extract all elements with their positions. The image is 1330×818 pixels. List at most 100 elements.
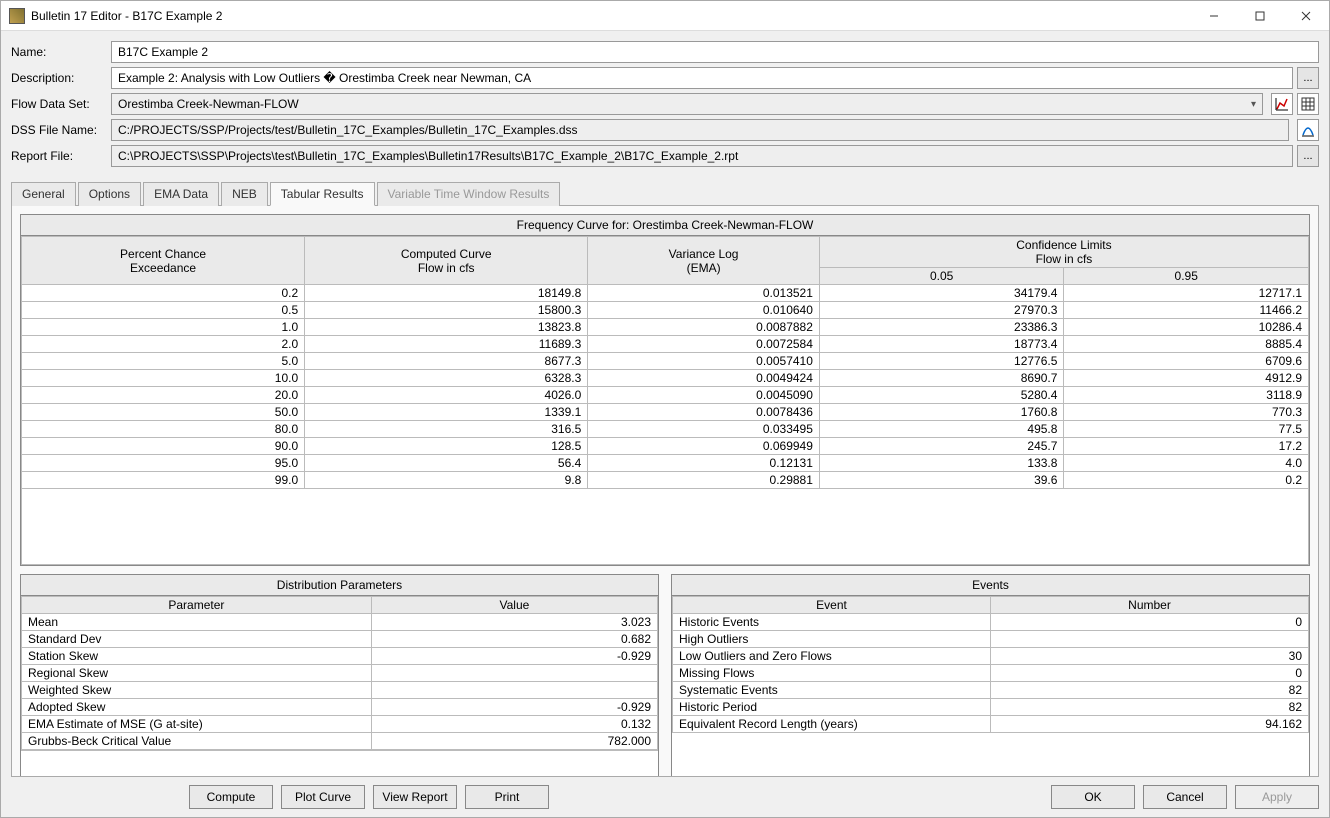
table-row[interactable]: 80.0316.50.033495495.877.5: [22, 421, 1309, 438]
table-cell: 39.6: [819, 472, 1064, 489]
table-row[interactable]: Mean3.023: [22, 614, 658, 631]
table-cell: 12776.5: [819, 353, 1064, 370]
cancel-button[interactable]: Cancel: [1143, 785, 1227, 809]
view-report-button[interactable]: View Report: [373, 785, 457, 809]
report-input[interactable]: C:\PROJECTS\SSP\Projects\test\Bulletin_1…: [111, 145, 1293, 167]
flowdata-select[interactable]: Orestimba Creek-Newman-FLOW ▾: [111, 93, 1263, 115]
table-row[interactable]: 20.04026.00.00450905280.43118.9: [22, 387, 1309, 404]
col-value: Value: [371, 597, 657, 614]
name-input[interactable]: B17C Example 2: [111, 41, 1319, 63]
table-icon-button[interactable]: [1297, 93, 1319, 115]
table-cell: 0.0087882: [588, 319, 820, 336]
table-row[interactable]: Historic Events0: [673, 614, 1309, 631]
table-cell: 0.682: [371, 631, 657, 648]
titlebar: Bulletin 17 Editor - B17C Example 2: [1, 1, 1329, 31]
table-cell: 82: [991, 682, 1309, 699]
table-cell: 4.0: [1064, 455, 1309, 472]
table-cell: 0.2: [1064, 472, 1309, 489]
table-row[interactable]: 95.056.40.12131133.84.0: [22, 455, 1309, 472]
table-cell: 11466.2: [1064, 302, 1309, 319]
dssfile-input[interactable]: C:/PROJECTS/SSP/Projects/test/Bulletin_1…: [111, 119, 1289, 141]
frequency-curve-panel: Frequency Curve for: Orestimba Creek-New…: [20, 214, 1310, 566]
tab-tabular-results[interactable]: Tabular Results: [270, 182, 375, 206]
table-cell: Low Outliers and Zero Flows: [673, 648, 991, 665]
table-cell: 782.000: [371, 733, 657, 750]
table-cell: 10.0: [22, 370, 305, 387]
table-cell: 82: [991, 699, 1309, 716]
table-cell: Grubbs-Beck Critical Value: [22, 733, 372, 750]
table-row[interactable]: 0.218149.80.01352134179.412717.1: [22, 285, 1309, 302]
table-row[interactable]: Systematic Events82: [673, 682, 1309, 699]
description-browse-button[interactable]: ...: [1297, 67, 1319, 89]
table-cell: 495.8: [819, 421, 1064, 438]
col-cl-05: 0.05: [819, 268, 1064, 285]
table-row[interactable]: Grubbs-Beck Critical Value782.000: [22, 733, 658, 750]
table-row[interactable]: 2.011689.30.007258418773.48885.4: [22, 336, 1309, 353]
col-param: Parameter: [22, 597, 372, 614]
distribution-icon: [1301, 123, 1315, 137]
table-row[interactable]: 1.013823.80.008788223386.310286.4: [22, 319, 1309, 336]
table-cell: EMA Estimate of MSE (G at-site): [22, 716, 372, 733]
minimize-button[interactable]: [1191, 1, 1237, 31]
plot-curve-button[interactable]: Plot Curve: [281, 785, 365, 809]
table-row[interactable]: EMA Estimate of MSE (G at-site)0.132: [22, 716, 658, 733]
table-cell: 0.5: [22, 302, 305, 319]
table-row[interactable]: Missing Flows0: [673, 665, 1309, 682]
table-row[interactable]: Adopted Skew-0.929: [22, 699, 658, 716]
table-row[interactable]: Historic Period82: [673, 699, 1309, 716]
table-cell: 9.8: [305, 472, 588, 489]
table-row[interactable]: 10.06328.30.00494248690.74912.9: [22, 370, 1309, 387]
window-title: Bulletin 17 Editor - B17C Example 2: [31, 9, 1191, 23]
table-cell: 0.2: [22, 285, 305, 302]
tab-options[interactable]: Options: [78, 182, 141, 206]
tab-general[interactable]: General: [11, 182, 76, 206]
ok-button[interactable]: OK: [1051, 785, 1135, 809]
table-cell: Historic Period: [673, 699, 991, 716]
print-button[interactable]: Print: [465, 785, 549, 809]
table-row[interactable]: Weighted Skew: [22, 682, 658, 699]
compute-button[interactable]: Compute: [189, 785, 273, 809]
table-cell: 245.7: [819, 438, 1064, 455]
tab-neb[interactable]: NEB: [221, 182, 268, 206]
table-cell: Standard Dev: [22, 631, 372, 648]
table-row[interactable]: Station Skew-0.929: [22, 648, 658, 665]
table-row[interactable]: High Outliers: [673, 631, 1309, 648]
table-cell: 80.0: [22, 421, 305, 438]
ellipsis-icon: ...: [1303, 72, 1312, 84]
table-row[interactable]: Low Outliers and Zero Flows30: [673, 648, 1309, 665]
table-cell: 0.013521: [588, 285, 820, 302]
table-cell: 8690.7: [819, 370, 1064, 387]
table-row[interactable]: 0.515800.30.01064027970.311466.2: [22, 302, 1309, 319]
table-cell: [371, 665, 657, 682]
col-confidence-limits: Confidence Limits Flow in cfs: [819, 237, 1308, 268]
table-cell: 0: [991, 665, 1309, 682]
table-cell: [371, 682, 657, 699]
table-cell: 6328.3: [305, 370, 588, 387]
table-cell: 4912.9: [1064, 370, 1309, 387]
table-row[interactable]: 5.08677.30.005741012776.56709.6: [22, 353, 1309, 370]
dssfile-value: C:/PROJECTS/SSP/Projects/test/Bulletin_1…: [118, 123, 578, 137]
table-cell: 133.8: [819, 455, 1064, 472]
table-cell: 6709.6: [1064, 353, 1309, 370]
table-row[interactable]: 99.09.80.2988139.60.2: [22, 472, 1309, 489]
col-percent-chance: Percent Chance Exceedance: [22, 237, 305, 285]
events-table: Event Number Historic Events0High Outlie…: [672, 596, 1309, 733]
plot-icon-button[interactable]: [1271, 93, 1293, 115]
flowdata-label: Flow Data Set:: [11, 97, 111, 111]
table-cell: -0.929: [371, 699, 657, 716]
close-button[interactable]: [1283, 1, 1329, 31]
table-row[interactable]: Regional Skew: [22, 665, 658, 682]
table-row[interactable]: Standard Dev0.682: [22, 631, 658, 648]
maximize-button[interactable]: [1237, 1, 1283, 31]
dss-plot-icon-button[interactable]: [1297, 119, 1319, 141]
table-row[interactable]: 90.0128.50.069949245.717.2: [22, 438, 1309, 455]
frequency-table-empty: [21, 489, 1309, 565]
table-row[interactable]: Equivalent Record Length (years)94.162: [673, 716, 1309, 733]
distribution-parameters-panel: Distribution Parameters Parameter Value …: [20, 574, 659, 777]
report-browse-button[interactable]: ...: [1297, 145, 1319, 167]
table-cell: 4026.0: [305, 387, 588, 404]
table-row[interactable]: 50.01339.10.00784361760.8770.3: [22, 404, 1309, 421]
description-input[interactable]: Example 2: Analysis with Low Outliers � …: [111, 67, 1293, 89]
events-title: Events: [672, 575, 1309, 596]
tab-ema-data[interactable]: EMA Data: [143, 182, 219, 206]
